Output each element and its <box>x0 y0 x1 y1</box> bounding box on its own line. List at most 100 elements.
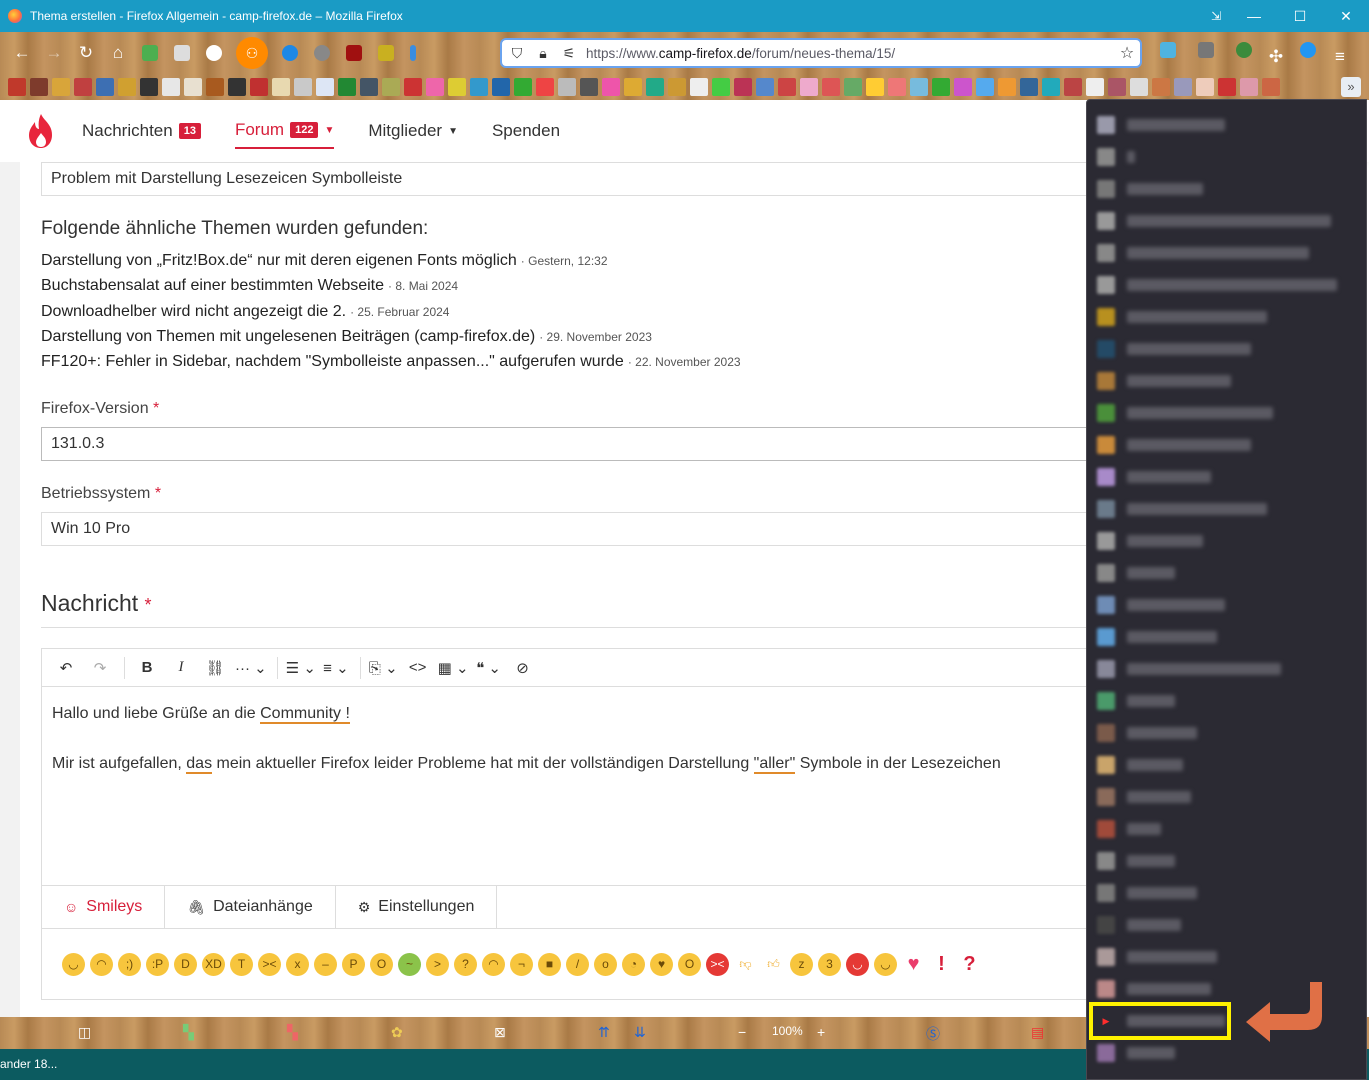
smiley-eyeroll-icon[interactable]: ◔ <box>622 952 645 976</box>
pin-icon[interactable]: ⇲ <box>1201 0 1231 32</box>
os-input[interactable]: Win 10 Pro <box>41 512 1101 546</box>
align-icon[interactable]: ≡ ⌄ <box>322 659 350 677</box>
bookmark-favicon[interactable] <box>140 78 158 96</box>
edge-icon[interactable] <box>282 45 298 61</box>
overflow-bookmark-item[interactable] <box>1097 178 1357 200</box>
bookmark-favicon[interactable] <box>690 78 708 96</box>
tab-smileys[interactable]: ☺ Smileys <box>42 886 166 928</box>
overflow-bookmark-item[interactable] <box>1097 690 1357 712</box>
overflow-bookmark-item[interactable] <box>1097 466 1357 488</box>
url-bar[interactable]: ⛉ 🔒︎ ⚟ https://www.camp-firefox.de/forum… <box>500 38 1142 68</box>
overflow-bookmark-item[interactable] <box>1097 786 1357 808</box>
extension-icon[interactable]: ▚ <box>183 1024 194 1041</box>
zoom-in-button[interactable]: + <box>817 1024 825 1040</box>
bookmark-favicon[interactable] <box>448 78 466 96</box>
bookmark-favicon[interactable] <box>932 78 950 96</box>
bookmark-favicon[interactable] <box>712 78 730 96</box>
overflow-bookmark-item[interactable] <box>1097 722 1357 744</box>
extensions-puzzle-icon[interactable]: ✣ <box>1266 42 1286 72</box>
bookmark-favicon[interactable] <box>1020 78 1038 96</box>
similar-topic-link[interactable]: Darstellung von Themen mit ungelesenen B… <box>41 328 535 345</box>
lock-icon[interactable]: 🔒︎ <box>532 45 554 62</box>
url-text[interactable]: https://www.camp-firefox.de/forum/neues-… <box>586 46 1114 61</box>
smiley-sad-icon[interactable]: ◠ <box>90 952 113 976</box>
spoiler-hide-icon[interactable]: ⊘ <box>509 659 537 677</box>
extension-icon[interactable] <box>1300 42 1316 58</box>
overflow-bookmark-item[interactable] <box>1097 850 1357 872</box>
bookmark-favicon[interactable] <box>646 78 664 96</box>
bookmark-favicon[interactable] <box>800 78 818 96</box>
firefox-version-input[interactable]: 131.0.3 <box>41 427 1101 461</box>
smiley-unamused-icon[interactable]: ¬ <box>510 952 533 976</box>
subject-input[interactable]: Problem mit Darstellung Lesezeicen Symbo… <box>41 162 1101 196</box>
overflow-bookmark-item[interactable] <box>1097 658 1357 680</box>
overflow-bookmark-item[interactable] <box>1097 114 1357 136</box>
screenshot-icon[interactable]: ⊠ <box>494 1024 506 1041</box>
maximize-button[interactable]: ☐ <box>1277 0 1323 32</box>
document-icon[interactable]: ▤ <box>1031 1024 1044 1041</box>
overflow-bookmark-item[interactable] <box>1097 274 1357 296</box>
heart-icon[interactable]: ♥ <box>902 953 925 976</box>
bookmark-favicon[interactable] <box>1262 78 1280 96</box>
similar-topic-link[interactable]: FF120+: Fehler in Sidebar, nachdem "Symb… <box>41 353 624 370</box>
forward-button[interactable]: → <box>38 38 70 68</box>
smiley-astonished-icon[interactable]: O <box>678 952 701 976</box>
overflow-bookmark-item[interactable] <box>1097 402 1357 424</box>
nav-nachrichten[interactable]: Nachrichten 13 <box>82 111 201 151</box>
overflow-bookmark-item[interactable] <box>1097 370 1357 392</box>
bold-icon[interactable]: B <box>133 659 161 676</box>
bookmark-favicon[interactable] <box>1174 78 1192 96</box>
bookmark-favicon[interactable] <box>1042 78 1060 96</box>
bookmark-favicon[interactable] <box>822 78 840 96</box>
overflow-bookmark-item[interactable] <box>1097 946 1357 968</box>
extension-icon[interactable] <box>174 45 190 61</box>
smiley-angel-icon[interactable]: ◡ <box>874 952 897 976</box>
code-icon[interactable]: <> <box>404 659 432 676</box>
tracking-shield-icon[interactable]: ⛉ <box>506 45 528 62</box>
bookmark-favicon[interactable] <box>1064 78 1082 96</box>
smiley-smile-icon[interactable]: ◡ <box>62 952 85 976</box>
smiley-devil-icon[interactable]: ◡ <box>846 952 869 976</box>
smiley-thinking-icon[interactable]: ? <box>454 952 477 976</box>
overflow-bookmark-item[interactable] <box>1097 338 1357 360</box>
overflow-bookmark-item[interactable] <box>1097 210 1357 232</box>
smiley-neutral-icon[interactable]: – <box>314 952 337 976</box>
more-formatting-icon[interactable]: ··· ⌄ <box>235 659 267 677</box>
editor-content[interactable]: Hallo und liebe Grüße an die Community !… <box>42 687 1086 885</box>
bookmark-favicon[interactable] <box>756 78 774 96</box>
smiley-heart-eyes-icon[interactable]: ♥ <box>650 952 673 976</box>
scroll-top-icon[interactable]: ⇈ <box>598 1024 610 1041</box>
bookmark-favicon[interactable] <box>360 78 378 96</box>
bookmark-favicon[interactable] <box>338 78 356 96</box>
bookmark-favicon[interactable] <box>1086 78 1104 96</box>
bookmark-favicon[interactable] <box>602 78 620 96</box>
bookmark-favicon[interactable] <box>514 78 532 96</box>
nav-mitglieder[interactable]: Mitglieder ▼ <box>368 111 458 151</box>
smiley-kiss-icon[interactable]: x <box>286 952 309 976</box>
bookmark-favicon[interactable] <box>558 78 576 96</box>
bookmark-favicon[interactable] <box>382 78 400 96</box>
reload-button[interactable]: ↻ <box>70 38 102 68</box>
extension-icon[interactable] <box>378 45 394 61</box>
bookmark-favicon[interactable] <box>30 78 48 96</box>
extension-icon[interactable]: ✿ <box>391 1024 403 1041</box>
smiley-surprised-icon[interactable]: O <box>370 952 393 976</box>
globe-icon[interactable] <box>1236 42 1252 58</box>
zoom-out-button[interactable]: − <box>738 1024 746 1040</box>
bookmark-favicon[interactable] <box>778 78 796 96</box>
overflow-bookmark-item[interactable] <box>1097 242 1357 264</box>
bookmark-favicon[interactable] <box>118 78 136 96</box>
taskbar-item[interactable]: ander 18... <box>0 1057 57 1071</box>
bookmark-favicon[interactable] <box>470 78 488 96</box>
overflow-bookmark-item[interactable] <box>1097 882 1357 904</box>
bookmark-favicon[interactable] <box>492 78 510 96</box>
smiley-steam-icon[interactable]: > <box>426 952 449 976</box>
bookmark-favicon[interactable] <box>624 78 642 96</box>
undo-icon[interactable]: ↶ <box>52 659 80 677</box>
bookmark-favicon[interactable] <box>536 78 554 96</box>
smiley-hushed-icon[interactable]: o <box>594 952 617 976</box>
smiley-wink-icon[interactable]: ;) <box>118 952 141 976</box>
table-icon[interactable]: ▦ ⌄ <box>438 659 469 677</box>
smiley-laugh-icon[interactable]: XD <box>202 952 225 976</box>
bookmark-favicon[interactable] <box>844 78 862 96</box>
